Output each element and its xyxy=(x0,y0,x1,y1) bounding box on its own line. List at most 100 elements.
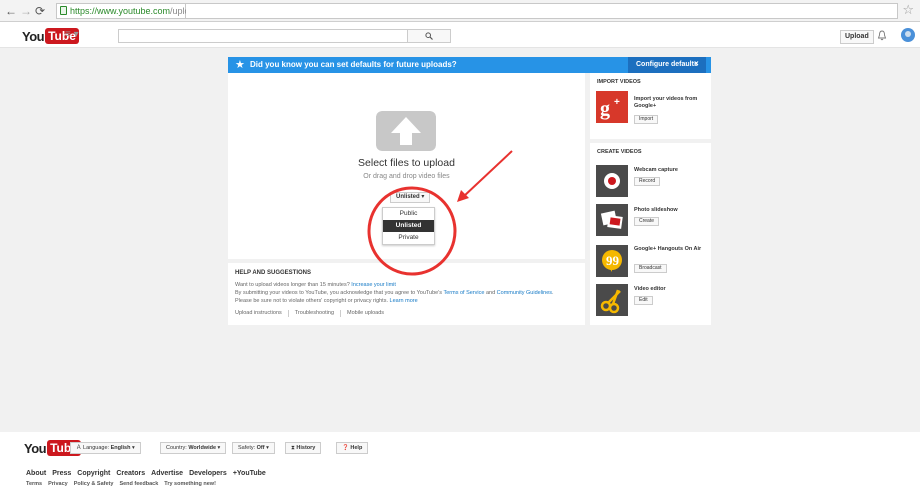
upload-dropzone[interactable]: Select files to upload Or drag and drop … xyxy=(228,73,585,259)
back-icon[interactable]: ← xyxy=(5,3,17,19)
privacy-option-unlisted[interactable]: Unlisted xyxy=(383,220,434,232)
address-bar[interactable]: https://www.youtube.com/upload xyxy=(56,3,200,19)
footer-links: About Press Copyright Creators Advertise… xyxy=(26,470,266,477)
bookmark-star-icon[interactable]: ☆ xyxy=(902,2,914,18)
help-line-1: Want to upload videos longer than 15 min… xyxy=(235,282,396,288)
help-title: HELP AND SUGGESTIONS xyxy=(235,270,312,276)
webcam-record-icon xyxy=(596,165,628,197)
increase-limit-link[interactable]: Increase your limit xyxy=(351,282,396,288)
video-editor-title: Video editor xyxy=(634,286,666,292)
country-prefix: Country: xyxy=(166,445,189,451)
create-slideshow-button[interactable]: Create xyxy=(634,217,660,226)
history-button[interactable]: ⧗ History xyxy=(285,442,322,454)
privacy-option-public[interactable]: Public xyxy=(383,208,434,220)
lock-icon xyxy=(60,6,67,15)
help-panel: HELP AND SUGGESTIONS Want to upload vide… xyxy=(228,263,585,325)
guide-menu-icon[interactable]: ≡ ▾ xyxy=(65,29,79,40)
upload-arrow-icon[interactable] xyxy=(376,111,436,151)
hangouts-icon: 99 xyxy=(596,245,628,277)
banner-text: Did you know you can set defaults for fu… xyxy=(250,60,457,69)
defaults-banner: ★ Did you know you can set defaults for … xyxy=(228,57,711,73)
google-plus-icon: g + xyxy=(596,91,628,123)
search-input[interactable] xyxy=(118,29,408,43)
help-line-1-text: Want to upload videos longer than 15 min… xyxy=(235,282,352,288)
troubleshooting-link[interactable]: Troubleshooting xyxy=(295,310,334,317)
safety-value: Off ▾ xyxy=(256,445,269,451)
notifications-bell-icon[interactable] xyxy=(877,30,887,41)
footer-link-plus-youtube[interactable]: +YouTube xyxy=(233,470,266,477)
safety-button[interactable]: Safety: Off ▾ xyxy=(232,442,275,454)
video-editor-scissors-icon xyxy=(596,284,628,316)
footer-link-copyright[interactable]: Copyright xyxy=(77,470,110,477)
history-label: History xyxy=(296,445,316,451)
footer-link-creators[interactable]: Creators xyxy=(116,470,145,477)
browser-toolbar: ← → ⟳ https://www.youtube.com/upload ☆ xyxy=(0,0,920,22)
footer-link-try-something-new[interactable]: Try something new! xyxy=(164,481,216,487)
import-videos-panel: IMPORT VIDEOS g + Import your videos fro… xyxy=(590,73,711,139)
search-icon xyxy=(425,32,433,40)
select-files-title[interactable]: Select files to upload xyxy=(228,157,585,169)
photo-slideshow-icon xyxy=(596,204,628,236)
country-value: Worldwide ▾ xyxy=(188,445,221,451)
footer-link-advertise[interactable]: Advertise xyxy=(151,470,183,477)
learn-more-link[interactable]: Learn more xyxy=(390,298,418,304)
webcam-capture-title: Webcam capture xyxy=(634,167,678,173)
upload-button[interactable]: Upload xyxy=(840,30,874,44)
mobile-uploads-link[interactable]: Mobile uploads xyxy=(347,310,384,317)
drag-drop-hint: Or drag and drop video files xyxy=(363,173,450,180)
community-guidelines-link[interactable]: Community Guidelines xyxy=(497,290,552,296)
divider xyxy=(287,310,289,317)
footer-link-developers[interactable]: Developers xyxy=(189,470,227,477)
help-line-3: Please be sure not to violate others' co… xyxy=(235,298,418,304)
footer-link-press[interactable]: Press xyxy=(52,470,71,477)
privacy-menu: Public Unlisted Private xyxy=(382,207,435,245)
svg-text:99: 99 xyxy=(606,253,620,268)
help-line-2: By submitting your videos to YouTube, yo… xyxy=(235,290,554,296)
address-bar-extension[interactable] xyxy=(186,3,898,19)
language-prefix: Language: xyxy=(83,445,111,451)
footer-link-terms[interactable]: Terms xyxy=(26,481,42,487)
footer-link-privacy[interactable]: Privacy xyxy=(48,481,68,487)
help-label: Help xyxy=(350,445,363,451)
account-avatar[interactable] xyxy=(901,28,915,42)
help-line-2-text: By submitting your videos to YouTube, yo… xyxy=(235,290,444,296)
broadcast-button[interactable]: Broadcast xyxy=(634,264,667,273)
language-button[interactable]: Ａ Language: English ▾ xyxy=(70,442,141,454)
footer-logo-you-text: You xyxy=(24,440,47,456)
url-host: https://www.youtube.com xyxy=(70,6,171,16)
reload-icon[interactable]: ⟳ xyxy=(35,3,45,19)
footer-link-policy-safety[interactable]: Policy & Safety xyxy=(74,481,114,487)
divider xyxy=(340,310,342,317)
help-line-2-end: . xyxy=(552,290,554,296)
footer-link-send-feedback[interactable]: Send feedback xyxy=(119,481,158,487)
help-line-2-mid: and xyxy=(484,290,497,296)
svg-text:+: + xyxy=(614,97,620,108)
privacy-option-private[interactable]: Private xyxy=(383,232,434,244)
logo-you-text: You xyxy=(22,28,45,44)
help-button[interactable]: ❓ Help xyxy=(336,442,369,454)
hangouts-on-air-title: Google+ Hangouts On Air xyxy=(634,246,702,252)
footer-link-about[interactable]: About xyxy=(26,470,46,477)
privacy-dropdown[interactable]: Unlisted ▾ xyxy=(390,192,431,203)
photo-slideshow-title: Photo slideshow xyxy=(634,207,678,213)
create-videos-title: CREATE VIDEOS xyxy=(597,149,642,155)
svg-text:g: g xyxy=(600,98,610,120)
language-icon: Ａ xyxy=(76,445,82,451)
footer: You Tube Ａ Language: English ▾ Country: … xyxy=(0,432,920,497)
star-icon: ★ xyxy=(235,59,245,71)
language-value: English ▾ xyxy=(110,445,135,451)
terms-of-service-link[interactable]: Terms of Service xyxy=(443,290,484,296)
edit-button[interactable]: Edit xyxy=(634,296,653,305)
help-links: Upload instructions Troubleshooting Mobi… xyxy=(235,310,384,317)
import-button[interactable]: Import xyxy=(634,115,659,124)
safety-prefix: Safety: xyxy=(238,445,257,451)
footer-sublinks: Terms Privacy Policy & Safety Send feedb… xyxy=(26,481,216,487)
search-button[interactable] xyxy=(407,29,451,43)
record-button[interactable]: Record xyxy=(634,177,661,186)
import-google-plus-title: Import your videos from Google+ xyxy=(634,96,698,109)
banner-close-icon[interactable]: × xyxy=(694,59,699,68)
upload-instructions-link[interactable]: Upload instructions xyxy=(235,310,282,317)
forward-icon[interactable]: → xyxy=(20,3,32,19)
country-button[interactable]: Country: Worldwide ▾ xyxy=(160,442,227,454)
import-videos-title: IMPORT VIDEOS xyxy=(597,79,641,85)
